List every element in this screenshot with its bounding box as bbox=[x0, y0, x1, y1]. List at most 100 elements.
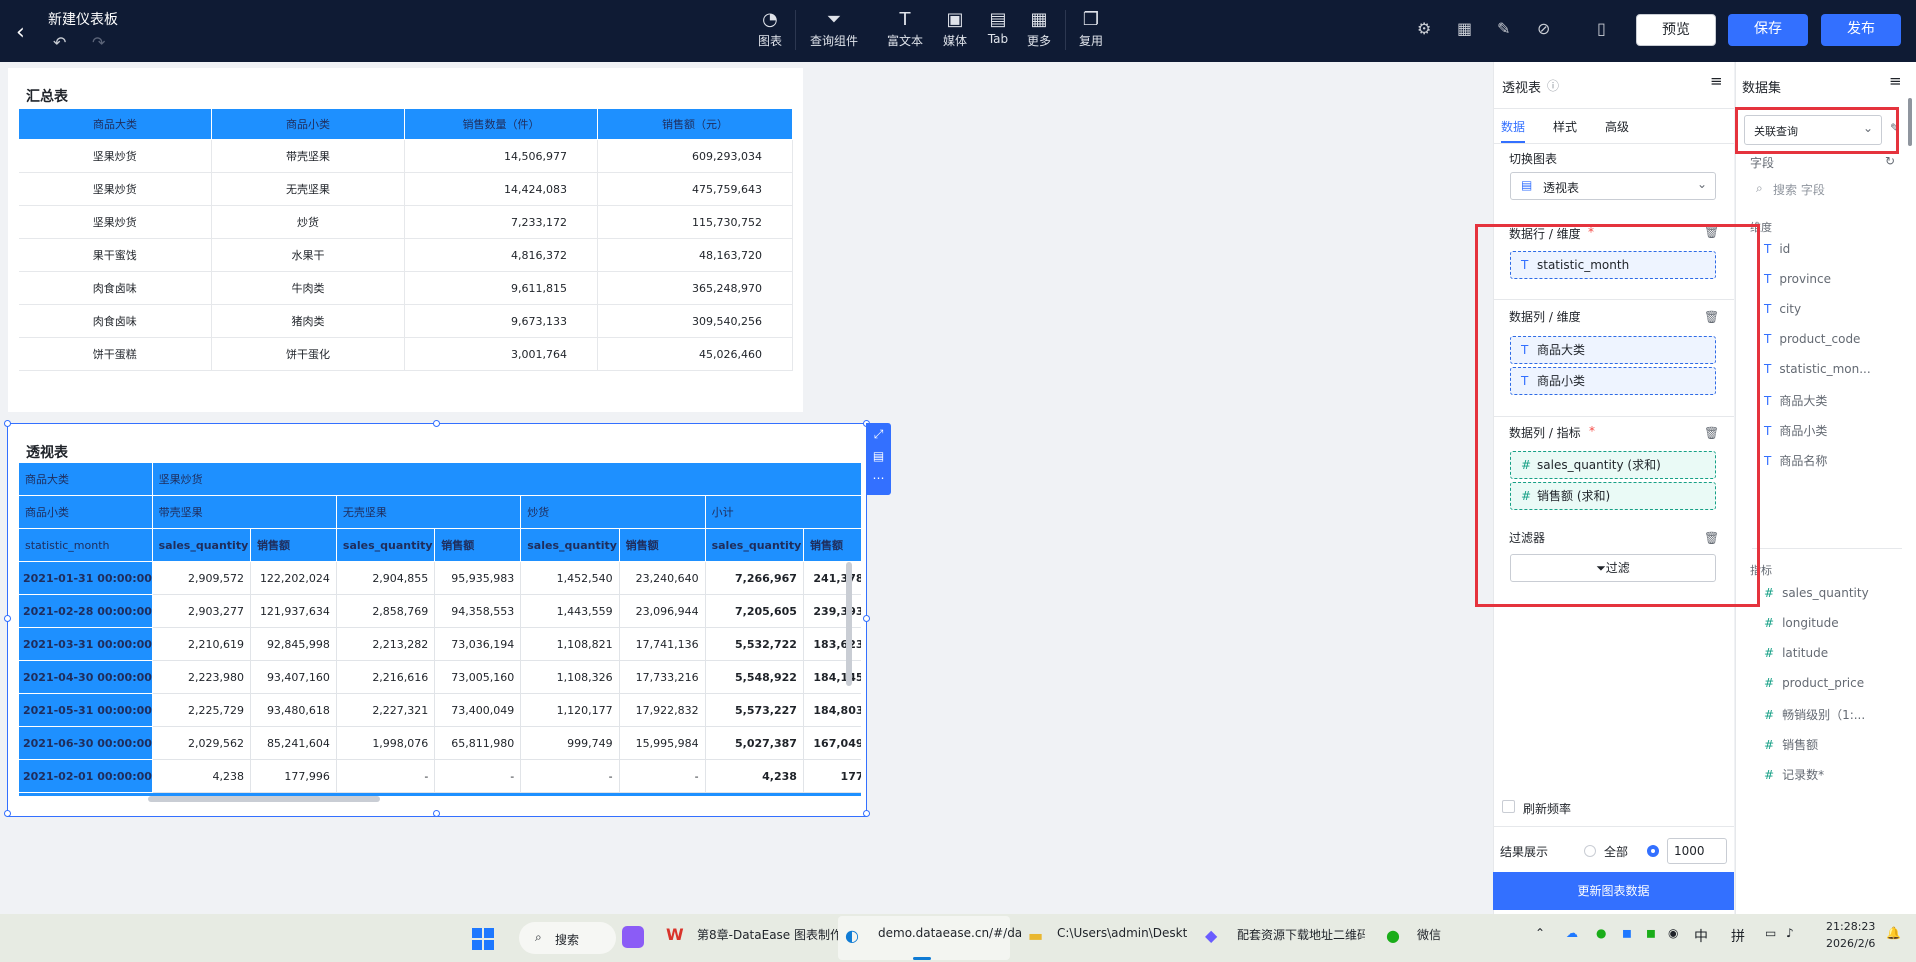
metric-field[interactable]: # 畅销级别（1:... bbox=[1764, 706, 1865, 723]
ime-indicator[interactable]: 中 bbox=[1694, 926, 1708, 946]
radio-all[interactable] bbox=[1584, 845, 1596, 857]
tool-reuse[interactable]: ❐ 复用 bbox=[1076, 8, 1106, 49]
dimension-field[interactable]: T 商品名称 bbox=[1764, 452, 1827, 469]
tab-advanced[interactable]: 高级 bbox=[1605, 118, 1629, 135]
resize-handle[interactable] bbox=[433, 420, 440, 427]
publish-button[interactable]: 发布 bbox=[1821, 14, 1901, 46]
resize-handle[interactable] bbox=[4, 810, 11, 817]
notification-icon[interactable]: 🔔 bbox=[1886, 926, 1901, 940]
details-icon[interactable]: ▤ bbox=[866, 445, 891, 467]
metric-field[interactable]: # product_price bbox=[1764, 676, 1864, 690]
dimension-field[interactable]: T 商品小类 bbox=[1764, 422, 1827, 439]
resize-handle[interactable] bbox=[863, 615, 870, 622]
dashboard-title[interactable]: 新建仪表板 bbox=[48, 9, 118, 29]
refresh-checkbox[interactable] bbox=[1502, 800, 1515, 813]
taskbar-app[interactable]: 微信 bbox=[1417, 926, 1441, 943]
dimension-field[interactable]: Tprovince bbox=[1764, 272, 1831, 286]
ime-mode[interactable]: 拼 bbox=[1731, 926, 1745, 946]
redo-icon[interactable]: ↷ bbox=[92, 33, 105, 52]
chevron-up-icon[interactable]: ⌃ bbox=[1535, 926, 1545, 940]
metric-field[interactable]: # sales_quantity bbox=[1764, 586, 1869, 600]
table-row[interactable]: 肉食卤味 牛肉类 9,611,815 365,248,970 bbox=[18, 271, 793, 305]
divider bbox=[795, 10, 796, 50]
tool-media[interactable]: ▣ 媒体 bbox=[940, 8, 970, 49]
metric-field[interactable]: # latitude bbox=[1764, 646, 1828, 660]
tool-richtext[interactable]: T 富文本 bbox=[884, 8, 926, 49]
dimension-field[interactable]: Tid bbox=[1764, 242, 1790, 256]
update-chart-button[interactable]: 更新图表数据 bbox=[1493, 872, 1734, 910]
limit-input[interactable]: 1000 bbox=[1667, 838, 1727, 864]
dimension-field[interactable]: Tstatistic_mon... bbox=[1764, 362, 1871, 376]
cloud-icon[interactable]: ☁ bbox=[1566, 926, 1578, 940]
scrollbar[interactable] bbox=[1908, 98, 1912, 146]
metric-field[interactable]: # longitude bbox=[1764, 616, 1839, 630]
resize-handle[interactable] bbox=[433, 810, 440, 817]
column-header[interactable]: 商品大类 bbox=[18, 108, 212, 140]
table-row[interactable]: 饼干蛋糕 饼干蛋化 3,001,764 45,026,460 bbox=[18, 337, 793, 371]
table-row[interactable]: 坚果炒货 无壳坚果 14,424,083 475,759,643 bbox=[18, 172, 793, 206]
tab-data[interactable]: 数据 bbox=[1501, 118, 1525, 135]
eye-off-icon[interactable]: ⊘ bbox=[1537, 19, 1550, 38]
network-icon[interactable]: ▭ bbox=[1765, 926, 1776, 940]
undo-icon[interactable]: ↶ bbox=[53, 33, 66, 52]
tab-style[interactable]: 样式 bbox=[1553, 118, 1577, 135]
layout-icon[interactable]: ▦ bbox=[1457, 19, 1472, 38]
taskbar-app[interactable]: demo.dataease.cn/#/da bbox=[878, 926, 1022, 940]
dimension-field[interactable]: Tproduct_code bbox=[1764, 332, 1860, 346]
resize-handle[interactable] bbox=[863, 810, 870, 817]
more-icon[interactable]: ⋯ bbox=[866, 467, 891, 489]
menu-icon[interactable]: ≡ bbox=[1889, 72, 1902, 90]
preview-button[interactable]: 预览 bbox=[1636, 14, 1716, 46]
table-row[interactable]: 果干蜜饯 水果干 4,816,372 48,163,720 bbox=[18, 238, 793, 272]
wechat-tray-icon[interactable]: ● bbox=[1596, 926, 1606, 940]
wechat-icon[interactable]: ● bbox=[1386, 926, 1400, 945]
metric-field[interactable]: # 销售额 bbox=[1764, 736, 1818, 753]
tool-chart[interactable]: ◔ 图表 bbox=[756, 8, 784, 49]
radio-limit[interactable] bbox=[1647, 845, 1659, 857]
taskbar-search[interactable]: ⌕ 搜索 bbox=[519, 922, 616, 954]
taskbar-app[interactable]: 配套资源下载地址二维码 bbox=[1237, 926, 1365, 943]
menu-icon[interactable]: ≡ bbox=[1710, 72, 1723, 90]
column-header[interactable]: 商品小类 bbox=[211, 108, 405, 140]
wps-icon[interactable]: W bbox=[666, 925, 684, 944]
metric-field[interactable]: # 记录数* bbox=[1764, 766, 1824, 783]
clock-time[interactable]: 21:28:23 bbox=[1826, 920, 1875, 933]
resize-handle[interactable] bbox=[4, 420, 11, 427]
tool-query[interactable]: ⏷ 查询组件 bbox=[806, 8, 862, 49]
tray-icon[interactable]: ◉ bbox=[1668, 926, 1678, 940]
windows-start-icon[interactable] bbox=[472, 928, 494, 950]
fields-label: 字段 bbox=[1750, 156, 1775, 170]
edge-icon[interactable]: ◐ bbox=[845, 926, 859, 945]
folder-icon[interactable]: ▬ bbox=[1028, 926, 1043, 945]
dimension-field[interactable]: Tcity bbox=[1764, 302, 1801, 316]
save-button[interactable]: 保存 bbox=[1728, 14, 1808, 46]
info-icon[interactable]: ⓘ bbox=[1547, 77, 1559, 94]
volume-icon[interactable]: ♪ bbox=[1786, 926, 1794, 940]
copilot-icon[interactable] bbox=[622, 926, 644, 948]
dimension-field[interactable]: T 商品大类 bbox=[1764, 392, 1827, 409]
taskbar-app[interactable]: 第8章-DataEase 图表制作 bbox=[697, 926, 842, 943]
expand-icon[interactable]: ⤢ bbox=[866, 423, 891, 445]
resize-handle[interactable] bbox=[4, 615, 11, 622]
field-search-input[interactable]: 搜索 字段 bbox=[1773, 181, 1825, 198]
number-type-icon: # bbox=[1764, 676, 1775, 690]
column-header[interactable]: 销售额（元） bbox=[597, 108, 793, 140]
palette-icon[interactable]: ✎ bbox=[1497, 19, 1510, 38]
chart-type-select[interactable]: ▤ 透视表 ⌄ bbox=[1510, 172, 1716, 200]
table-row[interactable]: 坚果炒货 带壳坚果 14,506,977 609,293,034 bbox=[18, 139, 793, 173]
tray-icon[interactable]: ◼ bbox=[1622, 926, 1632, 940]
table-row[interactable]: 肉食卤味 猪肉类 9,673,133 309,540,256 bbox=[18, 304, 793, 338]
taskbar-app[interactable]: C:\Users\admin\Desktop bbox=[1057, 926, 1187, 940]
mobile-icon[interactable]: ▯ bbox=[1597, 19, 1606, 38]
sliders-icon[interactable]: ⚙ bbox=[1417, 19, 1431, 38]
tool-more[interactable]: ▦ 更多 bbox=[1024, 8, 1054, 49]
column-header[interactable]: 销售数量（件） bbox=[404, 108, 598, 140]
back-icon[interactable]: ‹ bbox=[16, 20, 25, 45]
table-row[interactable]: 坚果炒货 炒货 7,233,172 115,730,752 bbox=[18, 205, 793, 239]
tool-tab[interactable]: ▤ Tab bbox=[983, 8, 1013, 46]
tray-icon[interactable]: ◼ bbox=[1646, 926, 1656, 940]
clock-date[interactable]: 2026/2/6 bbox=[1826, 937, 1875, 950]
app-icon[interactable]: ◆ bbox=[1205, 926, 1217, 945]
summary-table-panel[interactable]: 汇总表 商品大类 商品小类 销售数量（件） 销售额（元） 坚果炒货 带壳坚果 14,… bbox=[8, 68, 803, 412]
refresh-icon[interactable]: ↻ bbox=[1885, 154, 1895, 168]
